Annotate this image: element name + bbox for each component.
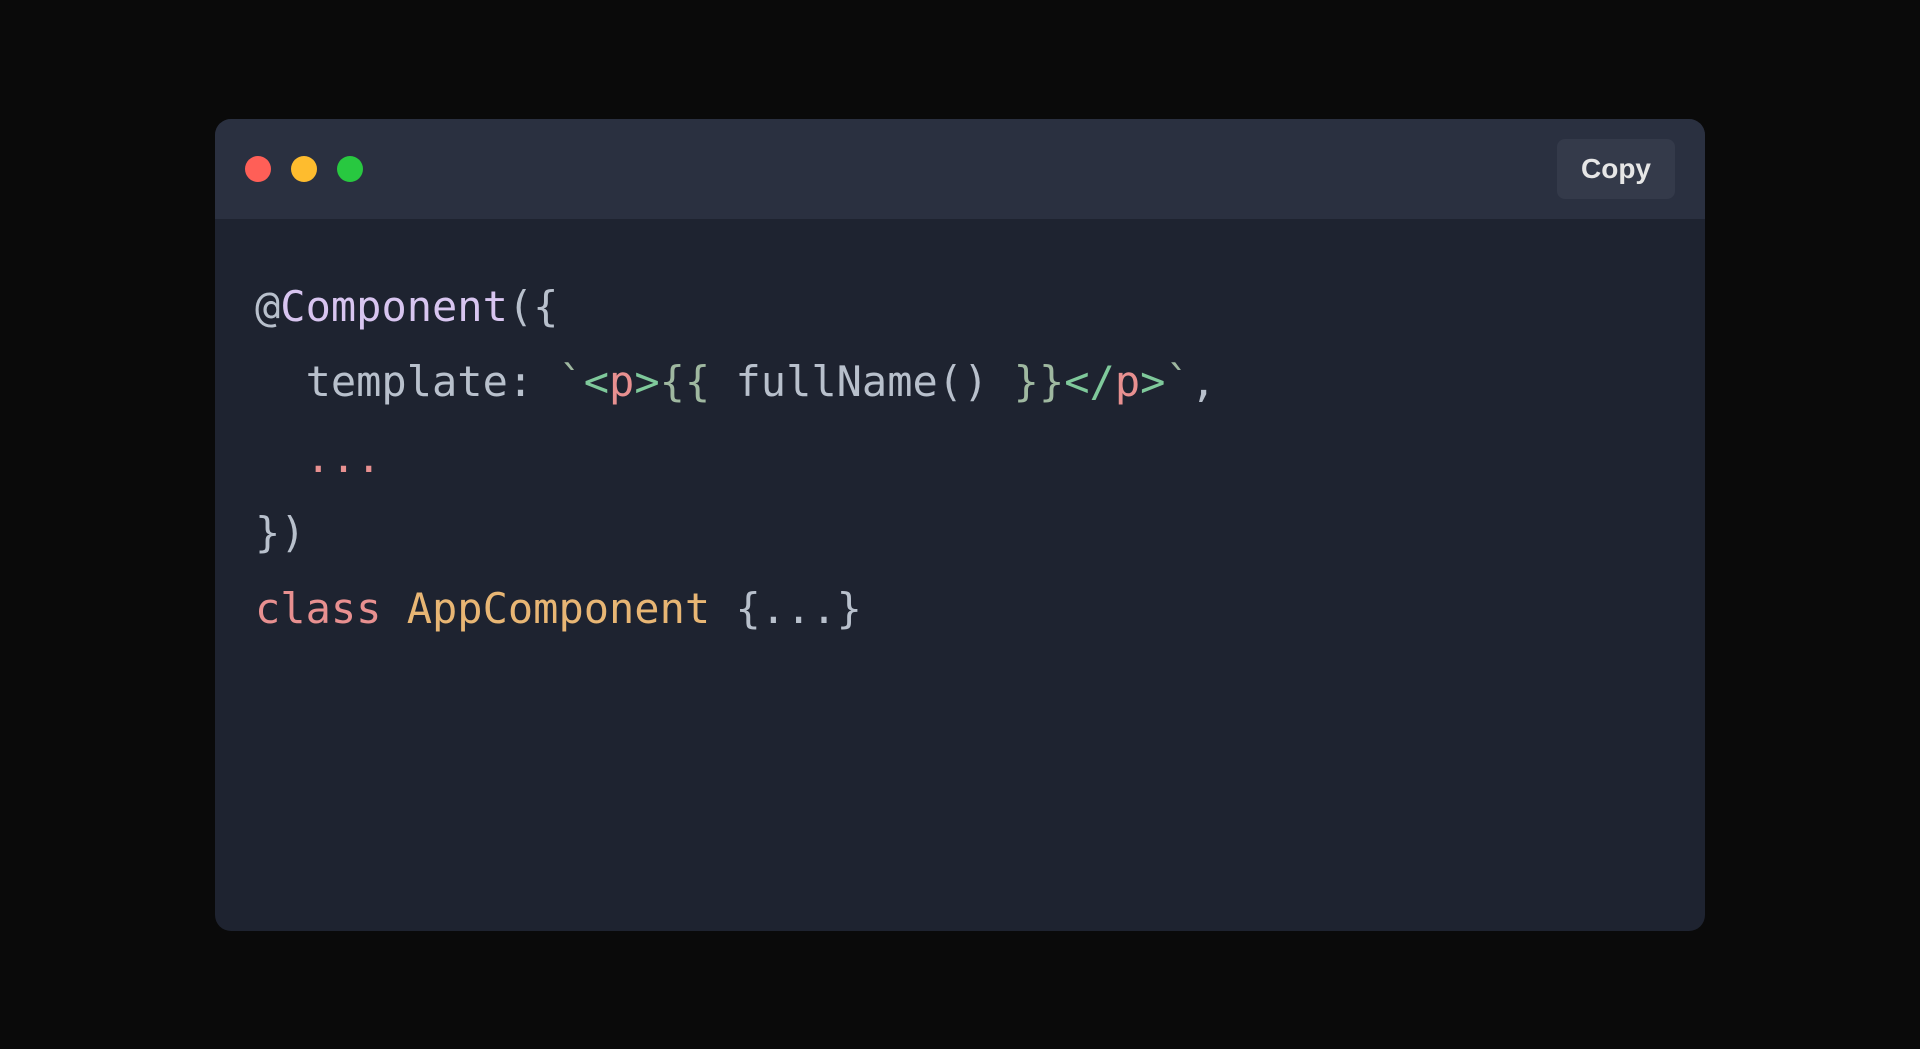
- code-line-3: ...: [255, 433, 381, 482]
- tag-open-lt: <: [584, 357, 609, 406]
- close-window-button[interactable]: [245, 156, 271, 182]
- maximize-window-button[interactable]: [337, 156, 363, 182]
- template-key: template: [306, 357, 508, 406]
- tag-close-lt: </: [1064, 357, 1115, 406]
- open-paren-brace: ({: [508, 282, 559, 331]
- indent: [255, 357, 306, 406]
- space: [710, 584, 735, 633]
- func-name: fullName: [736, 357, 938, 406]
- minimize-window-button[interactable]: [291, 156, 317, 182]
- traffic-lights: [245, 156, 363, 182]
- tag-open-name: p: [609, 357, 634, 406]
- func-call: (): [938, 357, 989, 406]
- component-name: Component: [280, 282, 508, 331]
- code-line-5: class AppComponent {...}: [255, 584, 862, 633]
- interp-open: {{: [660, 357, 736, 406]
- indent: [255, 433, 306, 482]
- spread-body: ...: [761, 584, 837, 633]
- brace-open: {: [735, 584, 760, 633]
- spread: ...: [306, 433, 382, 482]
- colon: :: [508, 357, 559, 406]
- interp-close: }}: [988, 357, 1064, 406]
- code-line-4: }): [255, 508, 306, 557]
- tag-close-name: p: [1115, 357, 1140, 406]
- class-name: AppComponent: [407, 584, 710, 633]
- tag-open-gt: >: [634, 357, 659, 406]
- titlebar: Copy: [215, 119, 1705, 219]
- decorator-at: @: [255, 282, 280, 331]
- space: [381, 584, 406, 633]
- tag-close-gt: >: [1140, 357, 1165, 406]
- comma: ,: [1191, 357, 1216, 406]
- code-line-1: @Component({: [255, 282, 558, 331]
- code-window: Copy @Component({ template: `<p>{{ fullN…: [215, 119, 1705, 931]
- backtick-open: `: [558, 357, 583, 406]
- code-line-2: template: `<p>{{ fullName() }}</p>`,: [255, 357, 1216, 406]
- backtick-close: `: [1165, 357, 1190, 406]
- close-brace-paren: }): [255, 508, 306, 557]
- copy-button[interactable]: Copy: [1557, 139, 1675, 199]
- class-keyword: class: [255, 584, 381, 633]
- code-area: @Component({ template: `<p>{{ fullName()…: [215, 219, 1705, 931]
- brace-close: }: [837, 584, 862, 633]
